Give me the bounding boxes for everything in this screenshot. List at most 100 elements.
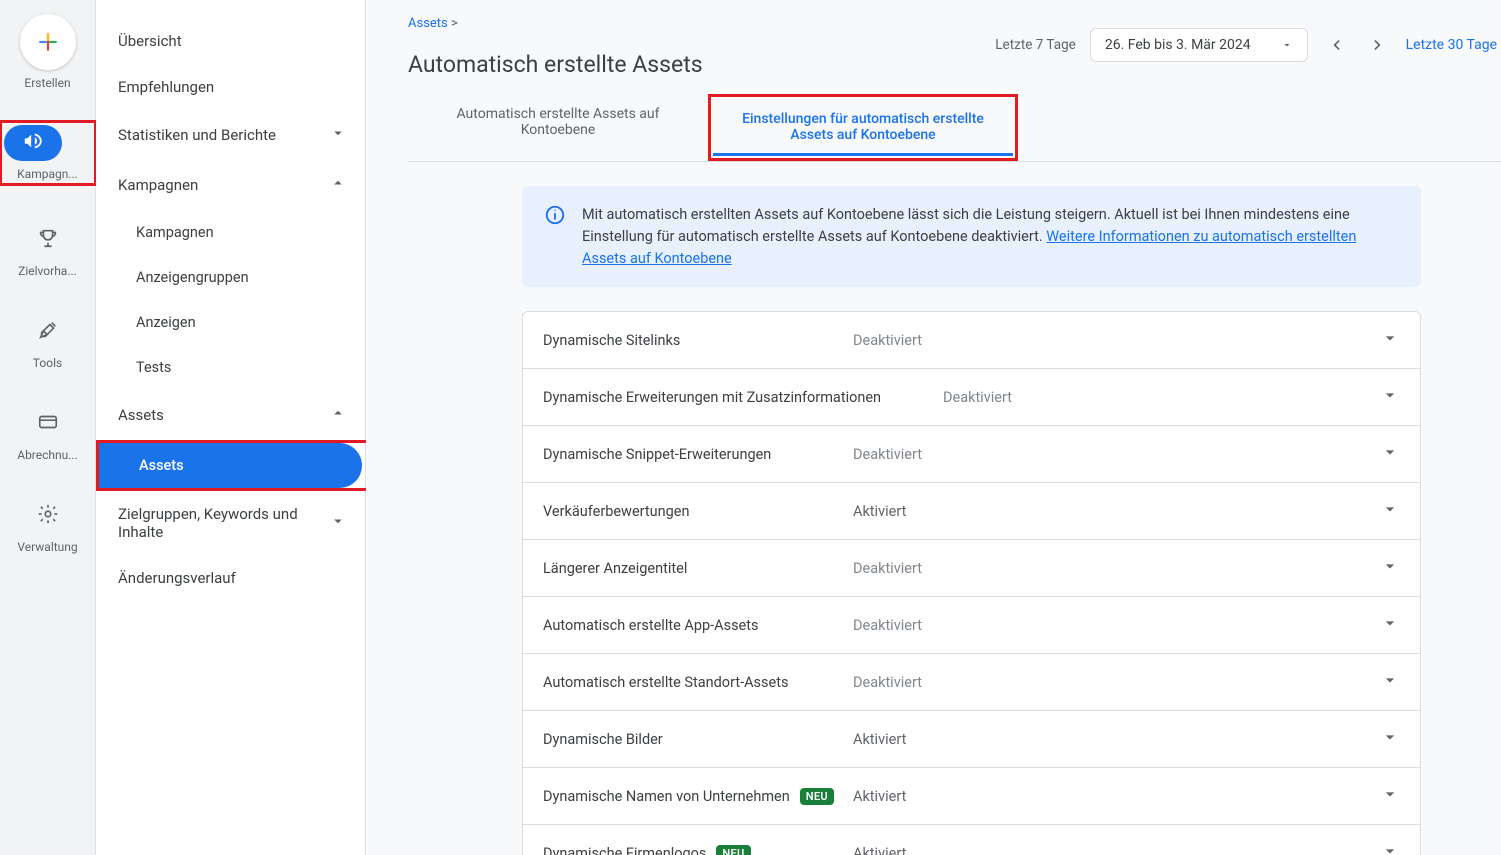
setting-row[interactable]: VerkäuferbewertungenAktiviert (522, 482, 1421, 539)
setting-row[interactable]: Dynamische SitelinksDeaktiviert (522, 311, 1421, 368)
nav-link[interactable]: Änderungsverlauf (96, 555, 365, 601)
setting-row[interactable]: Dynamische Bilder Aktiviert (522, 710, 1421, 767)
setting-status: Aktiviert (853, 845, 906, 855)
nav-subitem[interactable]: Tests (96, 345, 365, 390)
info-banner: Mit automatisch erstellten Assets auf Ko… (522, 186, 1421, 287)
create-button[interactable] (20, 14, 76, 70)
dropdown-icon (1281, 39, 1293, 51)
rail-item-tools[interactable]: Tools (0, 314, 97, 370)
megaphone-icon (4, 125, 62, 161)
info-icon (544, 204, 566, 226)
setting-title: Verkäuferbewertungen (543, 503, 853, 520)
highlight-box: Assets (96, 440, 375, 491)
setting-title-text: Automatisch erstellte App-Assets (543, 617, 758, 634)
chevron-left-icon (1326, 35, 1346, 55)
info-text-wrap: Mit automatisch erstellten Assets auf Ko… (582, 204, 1399, 269)
last-30-days-link[interactable]: Letzte 30 Tage (1406, 37, 1501, 53)
setting-title: Längerer Anzeigentitel (543, 560, 853, 577)
nav-subitem[interactable]: Assets (99, 443, 362, 488)
nav-subitem[interactable]: Anzeigen (96, 300, 365, 345)
chevron-down-icon (1380, 328, 1400, 352)
nav-group-label: Statistiken und Berichte (118, 126, 276, 144)
setting-row[interactable]: Dynamische Namen von UnternehmenNEUAktiv… (522, 767, 1421, 824)
setting-status: Deaktiviert (943, 389, 1012, 406)
neu-badge: NEU (716, 845, 750, 855)
breadcrumb-link[interactable]: Assets (408, 16, 448, 31)
rail-item-trophy[interactable]: Zielvorha... (0, 222, 97, 278)
side-rail: Erstellen Kampagn... Zielvorha... Tools Abr… (0, 0, 96, 855)
rail-label: Zielvorha... (4, 264, 92, 278)
nav-group[interactable]: Statistiken und Berichte (96, 110, 365, 160)
nav-group[interactable]: Assets (96, 390, 365, 440)
setting-row[interactable]: Dynamische Firmenlogos NEU Aktiviert (522, 824, 1421, 855)
setting-title: Dynamische Snippet-Erweiterungen (543, 446, 853, 463)
highlight-box: Kampagn... (0, 120, 97, 186)
setting-status: Aktiviert (853, 731, 906, 748)
nav-link[interactable]: Übersicht (96, 18, 365, 64)
setting-title-text: Automatisch erstellte Standort-Assets (543, 674, 788, 691)
rail-item-card[interactable]: Abrechnu... (0, 406, 97, 462)
create-button-wrap: Erstellen (4, 14, 92, 90)
setting-row[interactable]: Dynamische Snippet-ErweiterungenDeaktivi… (522, 425, 1421, 482)
chevron-down-icon (1380, 613, 1400, 637)
rail-label: Verwaltung (4, 540, 92, 554)
setting-title: Dynamische Sitelinks (543, 332, 853, 349)
chevron-down-icon (1380, 442, 1400, 466)
breadcrumb-sep: > (451, 16, 458, 31)
date-next-button[interactable] (1364, 31, 1392, 59)
setting-row[interactable]: Automatisch erstellte Standort-Assets Dea… (522, 653, 1421, 710)
setting-title-text: Längerer Anzeigentitel (543, 560, 687, 577)
date-range-value: 26. Feb bis 3. Mär 2024 (1105, 37, 1251, 53)
setting-row[interactable]: Dynamische Erweiterungen mit Zusatzinfor… (522, 368, 1421, 425)
chevron-down-icon (329, 124, 347, 146)
chevron-down-icon (1380, 499, 1400, 523)
chevron-down-icon (1380, 670, 1400, 694)
rail-label: Tools (4, 356, 92, 370)
tab[interactable]: Automatisch erstellte Assets auf Kontoeb… (408, 94, 708, 161)
setting-title-text: Dynamische Sitelinks (543, 332, 680, 349)
nav-link[interactable]: Empfehlungen (96, 64, 365, 110)
chevron-up-icon (329, 174, 347, 196)
nav-group-label: Assets (118, 406, 164, 424)
chevron-down-icon (1380, 784, 1400, 808)
nav-group[interactable]: Zielgruppen, Keywords und Inhalte (96, 491, 365, 555)
setting-title: Dynamische Erweiterungen mit Zusatzinfor… (543, 389, 943, 406)
trophy-icon (19, 222, 77, 258)
setting-row[interactable]: Längerer AnzeigentitelDeaktiviert (522, 539, 1421, 596)
nav-group-label: Kampagnen (118, 176, 198, 194)
setting-title-text: Dynamische Bilder (543, 731, 663, 748)
setting-status: Deaktiviert (853, 674, 922, 691)
neu-badge: NEU (800, 788, 834, 805)
main-content: Assets > Letzte 7 Tage 26. Feb bis 3. Mä… (366, 0, 1501, 855)
setting-title-text: Dynamische Firmenlogos (543, 845, 706, 855)
nav-group[interactable]: Kampagnen (96, 160, 365, 210)
setting-status: Deaktiviert (853, 446, 922, 463)
setting-title: Dynamische Namen von UnternehmenNEU (543, 788, 853, 805)
date-range-picker[interactable]: 26. Feb bis 3. Mär 2024 (1090, 28, 1308, 62)
chevron-down-icon (1380, 841, 1400, 855)
chevron-up-icon (329, 404, 347, 426)
rail-label: Abrechnu... (4, 448, 92, 462)
highlight-box: Einstellungen für automatisch erstellte … (708, 94, 1018, 161)
chevron-down-icon (1380, 727, 1400, 751)
tabs: Automatisch erstellte Assets auf Kontoeb… (408, 94, 1501, 162)
setting-row[interactable]: Automatisch erstellte App-AssetsDeaktivi… (522, 596, 1421, 653)
content-body: Mit automatisch erstellten Assets auf Ko… (408, 162, 1501, 855)
tools-icon (19, 314, 77, 350)
rail-item-megaphone[interactable]: Kampagn... (0, 120, 97, 186)
setting-title-text: Verkäuferbewertungen (543, 503, 690, 520)
nav-group-label: Zielgruppen, Keywords und Inhalte (118, 505, 329, 541)
date-range-label: Letzte 7 Tage (995, 37, 1076, 53)
date-controls: Letzte 7 Tage 26. Feb bis 3. Mär 2024 Le… (995, 28, 1501, 62)
nav-subitem[interactable]: Kampagnen (96, 210, 365, 255)
create-label: Erstellen (4, 76, 92, 90)
setting-status: Aktiviert (853, 788, 906, 805)
chevron-down-icon (1380, 556, 1400, 580)
setting-title: Automatisch erstellte Standort-Assets (543, 674, 853, 691)
nav-subitem[interactable]: Anzeigengruppen (96, 255, 365, 300)
chevron-down-icon (329, 512, 347, 534)
settings-list: Dynamische SitelinksDeaktiviertDynamisch… (522, 311, 1421, 855)
rail-item-gear[interactable]: Verwaltung (0, 498, 97, 554)
tab[interactable]: Einstellungen für automatisch erstellte … (713, 99, 1013, 156)
date-prev-button[interactable] (1322, 31, 1350, 59)
